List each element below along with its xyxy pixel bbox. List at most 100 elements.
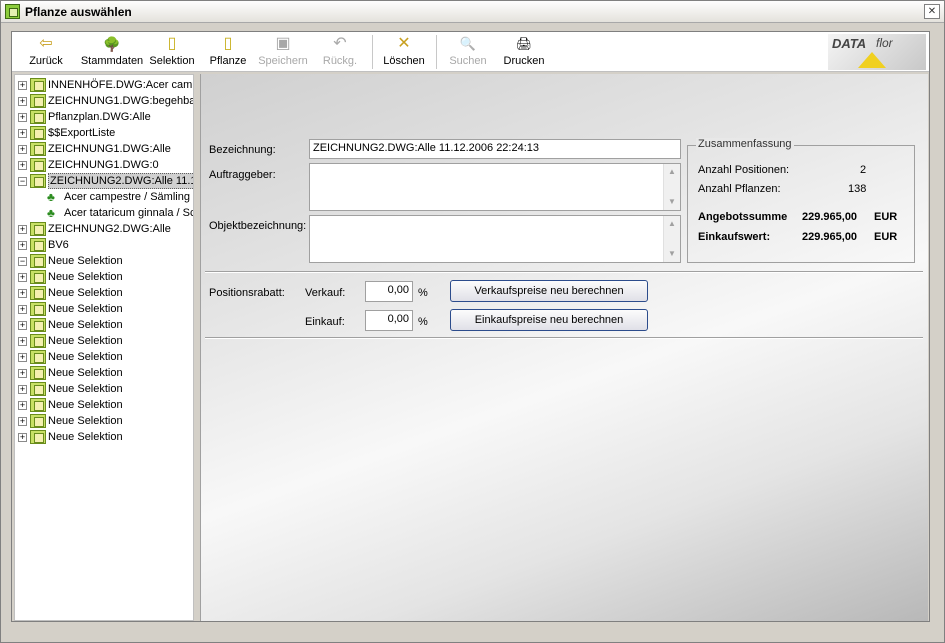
expand-icon[interactable]: +	[18, 369, 27, 378]
selection-folder-icon	[30, 382, 46, 396]
selection-button-label: Selektion	[149, 55, 195, 67]
undo-button[interactable]: ↶ Rückg.	[320, 34, 360, 70]
tree-item-label: Acer campestre / Sämling 1	[64, 191, 194, 203]
objekt-label: Objektbezeichnung:	[209, 220, 307, 232]
tree-selection-item[interactable]: + Neue Selektion	[15, 397, 193, 413]
tree-selection-item[interactable]: + Neue Selektion	[15, 349, 193, 365]
tree-item-label: Neue Selektion	[48, 367, 123, 379]
tree-selection-item[interactable]: + Neue Selektion	[15, 301, 193, 317]
selection-folder-icon	[30, 110, 46, 124]
tree-selection-item[interactable]: + BV6	[15, 237, 193, 253]
master-data-button[interactable]: 🌳 Stammdaten	[80, 34, 144, 70]
expand-icon[interactable]: +	[18, 385, 27, 394]
scroll-up-icon[interactable]: ▲	[664, 216, 680, 232]
plant-icon: ♣	[47, 206, 55, 220]
tree-selection-item[interactable]: + Neue Selektion	[15, 317, 193, 333]
expand-icon[interactable]: +	[18, 145, 27, 154]
expand-icon[interactable]: +	[18, 81, 27, 90]
scroll-down-icon[interactable]: ▼	[664, 194, 680, 210]
tree-selection-item[interactable]: + $$ExportListe	[15, 125, 193, 141]
delete-button[interactable]: ✕ Löschen	[380, 34, 428, 70]
app-icon	[5, 4, 20, 19]
tree-selection-item[interactable]: + Neue Selektion	[15, 365, 193, 381]
tree-item-label: Neue Selektion	[48, 319, 123, 331]
expand-icon[interactable]: +	[18, 321, 27, 330]
tree-selection-item[interactable]: + INNENHÖFE.DWG:Acer camp	[15, 77, 194, 93]
scroll-up-icon[interactable]: ▲	[664, 164, 680, 180]
objekt-scrollbar[interactable]: ▲ ▼	[663, 216, 680, 262]
expand-icon[interactable]: +	[18, 97, 27, 106]
selection-folder-icon	[30, 238, 46, 252]
save-button-label: Speichern	[258, 55, 308, 67]
back-button[interactable]: ⇦ Zurück	[28, 34, 64, 70]
objekt-field[interactable]: ▲ ▼	[309, 215, 681, 263]
selection-folder-icon	[30, 366, 46, 380]
expand-icon[interactable]: +	[18, 417, 27, 426]
expand-icon[interactable]: +	[18, 433, 27, 442]
close-button[interactable]: ✕	[924, 4, 940, 19]
buy-discount-input[interactable]: 0,00	[365, 310, 413, 331]
tree-selection-item[interactable]: − Neue Selektion	[15, 253, 193, 269]
expand-icon[interactable]: +	[18, 129, 27, 138]
logo-text-suffix: flor	[876, 36, 893, 50]
tree-icon: 🌳	[103, 36, 121, 52]
selection-folder-icon	[30, 398, 46, 412]
tree-selection-item[interactable]: + Neue Selektion	[15, 429, 193, 445]
tree-selection-item[interactable]: + ZEICHNUNG2.DWG:Alle	[15, 221, 193, 237]
search-button-label: Suchen	[449, 55, 487, 67]
plant-button[interactable]: ▯ Pflanze	[206, 34, 250, 70]
undo-icon: ↶	[333, 35, 347, 52]
expand-icon[interactable]: +	[18, 401, 27, 410]
expand-icon[interactable]: +	[18, 353, 27, 362]
tree-selection-item[interactable]: + ZEICHNUNG1.DWG:Alle	[15, 141, 193, 157]
expand-icon[interactable]: +	[18, 305, 27, 314]
delete-button-label: Löschen	[383, 55, 425, 67]
sale-discount-input[interactable]: 0,00	[365, 281, 413, 302]
selection-folder-icon	[30, 270, 46, 284]
tree-item-label: Acer tataricum ginnala / Sc	[64, 207, 194, 219]
save-button[interactable]: ▣ Speichern	[256, 34, 310, 70]
recalc-buy-button[interactable]: Einkaufspreise neu berechnen	[450, 309, 648, 331]
collapse-icon[interactable]: −	[18, 257, 27, 266]
tree-selection-item[interactable]: + ZEICHNUNG1.DWG:begehba	[15, 93, 193, 109]
auftraggeber-scrollbar[interactable]: ▲ ▼	[663, 164, 680, 210]
expand-icon[interactable]: +	[18, 273, 27, 282]
tree-selection-item[interactable]: + Neue Selektion	[15, 333, 193, 349]
tree-selection-item[interactable]: + Neue Selektion	[15, 381, 193, 397]
auftraggeber-field[interactable]: ▲ ▼	[309, 163, 681, 211]
logo-triangle-icon	[858, 52, 886, 68]
expand-icon[interactable]: +	[18, 113, 27, 122]
tree-selection-item[interactable]: + Pflanzplan.DWG:Alle	[15, 109, 193, 125]
expand-icon[interactable]: +	[18, 241, 27, 250]
expand-icon[interactable]: +	[18, 289, 27, 298]
selection-tree[interactable]: + INNENHÖFE.DWG:Acer camp + ZEICHNUNG1.DWG:…	[14, 74, 194, 621]
tree-selection-item[interactable]: + Neue Selektion	[15, 413, 193, 429]
floppy-icon: ▣	[275, 35, 291, 52]
scroll-down-icon[interactable]: ▼	[664, 246, 680, 262]
printer-icon: 🖨	[515, 36, 533, 51]
tree-item-label: INNENHÖFE.DWG:Acer camp	[48, 79, 194, 91]
expand-icon[interactable]: +	[18, 337, 27, 346]
collapse-icon[interactable]: −	[18, 177, 27, 186]
print-button[interactable]: 🖨 Drucken	[500, 34, 548, 70]
bezeichnung-field[interactable]: ZEICHNUNG2.DWG:Alle 11.12.2006 22:24:13	[309, 139, 681, 159]
plant-icon: ♣	[47, 190, 55, 204]
tree-plant-item[interactable]: ♣ Acer tataricum ginnala / Sc	[15, 205, 194, 221]
tree-selection-item[interactable]: + Neue Selektion	[15, 269, 193, 285]
tree-selection-item[interactable]: + Neue Selektion	[15, 285, 193, 301]
expand-icon[interactable]: +	[18, 225, 27, 234]
offer-currency: EUR	[874, 211, 898, 223]
bezeichnung-label: Bezeichnung:	[209, 144, 276, 156]
undo-button-label: Rückg.	[322, 55, 358, 67]
title-bar[interactable]: Pflanze auswählen ✕	[1, 1, 944, 23]
sale-label: Verkauf:	[305, 287, 346, 299]
tree-plant-item[interactable]: ♣ Acer campestre / Sämling 1	[15, 189, 194, 205]
selection-folder-icon	[30, 174, 46, 188]
tree-selection-item[interactable]: + ZEICHNUNG1.DWG:0	[15, 157, 193, 173]
recalc-sale-button[interactable]: Verkaufspreise neu berechnen	[450, 280, 648, 302]
offer-label: Angebotssumme	[698, 211, 788, 223]
search-button[interactable]: 🔍 Suchen	[446, 34, 490, 70]
expand-icon[interactable]: +	[18, 161, 27, 170]
selection-button[interactable]: ▯ Selektion	[148, 34, 196, 70]
tree-selection-item[interactable]: − ZEICHNUNG2.DWG:Alle 11.1	[15, 173, 193, 189]
